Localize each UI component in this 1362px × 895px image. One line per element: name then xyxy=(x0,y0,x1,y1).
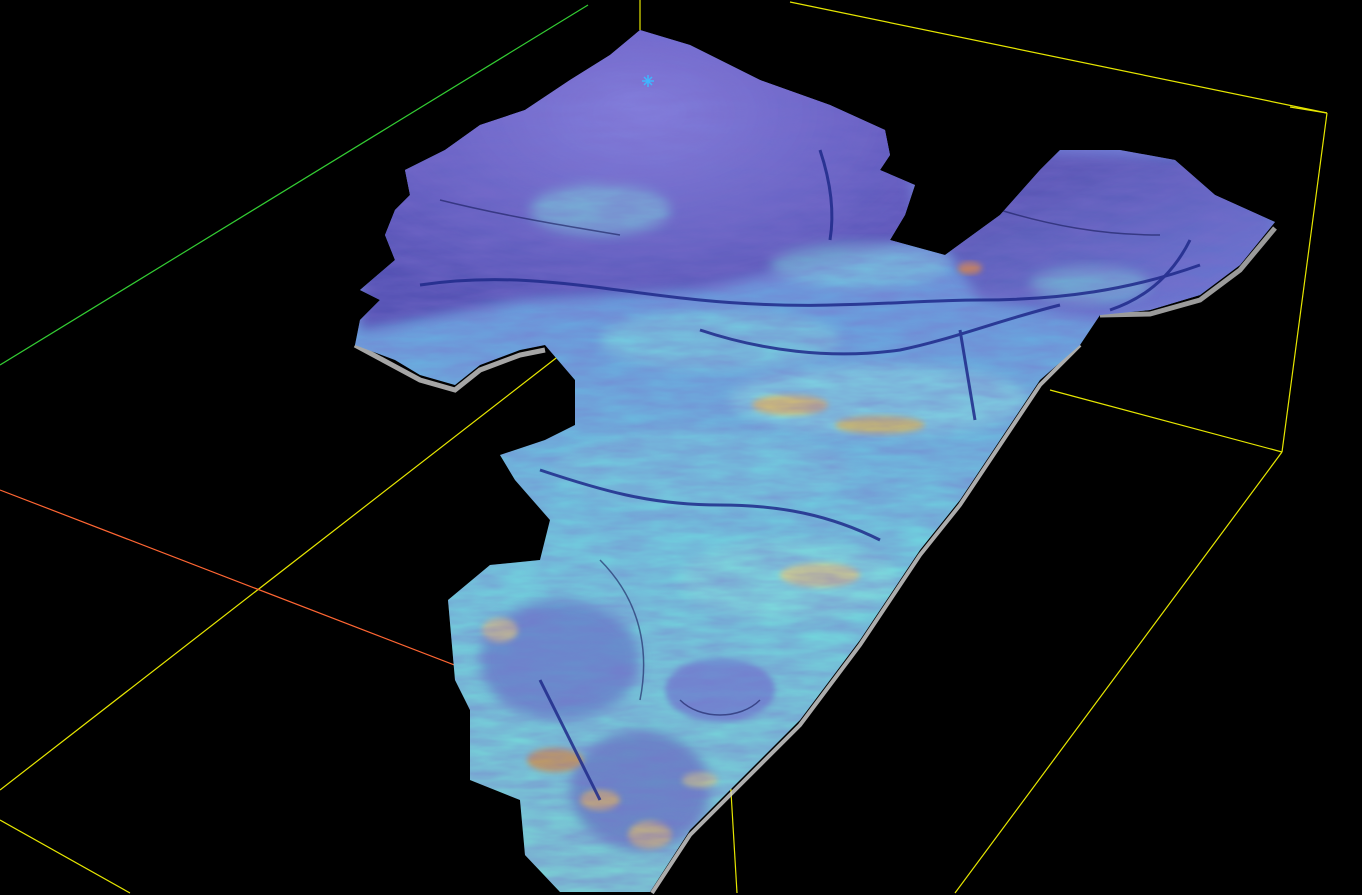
3d-scene[interactable] xyxy=(0,0,1362,895)
seismic-horizon-surface[interactable] xyxy=(340,20,1290,895)
3d-viewport[interactable] xyxy=(0,0,1362,895)
